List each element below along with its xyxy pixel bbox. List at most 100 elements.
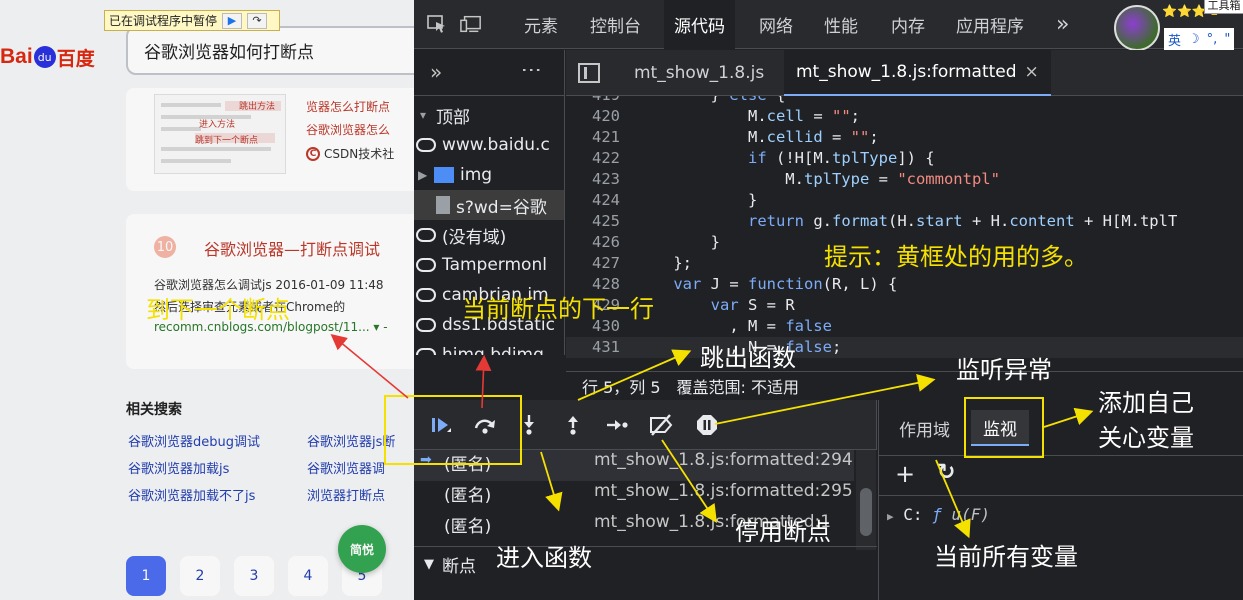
code-line[interactable]: 421 M.cellid = ""; (566, 127, 1243, 148)
code-line[interactable]: 425 return g.format(H.start + H.content … (566, 211, 1243, 232)
code-line[interactable]: 429 var S = R (566, 295, 1243, 316)
expand-icon[interactable]: ▶ (887, 510, 894, 523)
tab-scope[interactable]: 作用域 (887, 410, 962, 446)
ime-lang[interactable]: 英 (1168, 30, 1181, 49)
devtools-tabbar: 元素 控制台 源代码 网络 性能 内存 应用程序 » ⭐⭐⭐ 2 英 ☽ °, … (414, 0, 1243, 51)
page-button[interactable]: 4 (288, 556, 328, 596)
scrollbar-thumb[interactable] (860, 488, 872, 536)
page-button[interactable]: 3 (234, 556, 274, 596)
highlight-box-watch (964, 397, 1044, 458)
avatar[interactable] (1114, 5, 1160, 51)
watch-value: u(F) (951, 505, 990, 524)
refresh-icon[interactable]: ↻ (937, 460, 955, 485)
close-icon[interactable]: × (1025, 62, 1039, 82)
deactivate-breakpoints-button[interactable] (648, 413, 674, 437)
page-button[interactable]: 2 (180, 556, 220, 596)
line-number[interactable]: 423 (566, 169, 620, 190)
jianyue-button[interactable]: 简悦 (338, 525, 386, 573)
tab-network[interactable]: 网络 (759, 0, 793, 49)
ime-extra-icon[interactable]: " (1224, 32, 1230, 47)
related-link[interactable]: 浏览器打断点 (307, 485, 385, 504)
more-options-icon[interactable]: ⋮ (520, 60, 544, 80)
callstack-scrollbar[interactable] (856, 450, 876, 550)
tab-elements[interactable]: 元素 (524, 0, 558, 49)
result-thumbnail[interactable]: 跳出方法 进入方法 跳到下一个断点 (154, 94, 286, 174)
toggle-navigator-icon[interactable] (578, 63, 600, 83)
code-line[interactable]: 423 M.tplType = "commontpl" (566, 169, 1243, 190)
tab-memory[interactable]: 内存 (891, 0, 925, 49)
tab-performance[interactable]: 性能 (824, 0, 858, 49)
line-number[interactable]: 425 (566, 211, 620, 232)
frame-function: (匿名) (444, 486, 492, 506)
logo-text: Bai (0, 45, 33, 68)
step-button[interactable] (604, 413, 630, 437)
related-link[interactable]: 谷歌浏览器加载不了js (128, 485, 255, 504)
tree-item-domain[interactable]: (没有域) (414, 220, 564, 250)
pause-on-exceptions-button[interactable] (694, 413, 720, 437)
code-line[interactable]: 420 M.cell = ""; (566, 106, 1243, 127)
related-link[interactable]: 谷歌浏览器js断 (307, 431, 395, 450)
inspect-element-icon[interactable] (426, 14, 448, 34)
code-line[interactable]: 428 var J = function(R, L) { (566, 274, 1243, 295)
tree-item-file[interactable]: s?wd=谷歌 (414, 190, 564, 220)
tree-item-top[interactable]: ▾ 顶部 (414, 100, 564, 130)
step-out-button[interactable] (560, 413, 586, 437)
tab-application[interactable]: 应用程序 (956, 0, 1024, 49)
annotation-all-vars: 当前所有变量 (934, 543, 1078, 571)
device-toolbar-icon[interactable] (460, 14, 482, 34)
line-number[interactable]: 424 (566, 190, 620, 211)
related-link[interactable]: 谷歌浏览器debug调试 (128, 431, 260, 450)
result-rank-badge: 10 (154, 236, 176, 258)
tree-label: Tampermonl (442, 255, 547, 275)
line-number[interactable]: 426 (566, 232, 620, 253)
more-panes-icon[interactable]: » (430, 60, 442, 84)
tree-item-folder[interactable]: ▶ img (414, 160, 564, 190)
watch-expression[interactable]: ▶ C: ƒ u(F) (887, 505, 990, 524)
csdn-icon: C (306, 146, 320, 161)
resume-icon[interactable]: ▶ (222, 12, 243, 29)
line-number[interactable]: 419 (566, 96, 620, 106)
code-line[interactable]: 422 if (!H[M.tplType]) { (566, 148, 1243, 169)
related-link[interactable]: 谷歌浏览器调 (307, 458, 385, 477)
result-source[interactable]: C CSDN技术社 (306, 145, 394, 162)
result-snippet[interactable]: 谷歌浏览器怎么 (306, 121, 390, 138)
code-line[interactable]: 430 , M = false (566, 316, 1243, 337)
page-button[interactable]: 1 (126, 556, 166, 596)
breakpoints-label: 断点 (442, 557, 476, 577)
result-title[interactable]: 谷歌浏览器—打断点调试 (204, 236, 380, 260)
toolbox-label[interactable]: 工具箱 (1204, 0, 1243, 14)
editor-tab[interactable]: mt_show_1.8.js (622, 50, 776, 96)
result-snippet[interactable]: 览器怎么打断点 (306, 98, 390, 115)
tree-item-domain[interactable]: www.baidu.c (414, 130, 564, 160)
tab-console[interactable]: 控制台 (590, 0, 641, 49)
call-frame[interactable]: (匿名) mt_show_1.8.js:formatted:295 (414, 481, 854, 512)
tree-item-domain[interactable]: himg.bdimg. (414, 340, 564, 355)
tab-sources[interactable]: 源代码 (664, 0, 735, 49)
code-line[interactable]: 419 } else { (566, 96, 1243, 106)
annotation-deactivate: 停用断点 (735, 518, 831, 546)
tree-item-domain[interactable]: Tampermonl (414, 250, 564, 280)
more-tabs-icon[interactable]: » (1056, 0, 1069, 49)
breakpoints-section-header[interactable]: ▼ 断点 (414, 546, 877, 582)
line-number[interactable]: 420 (566, 106, 620, 127)
frame-location[interactable]: mt_show_1.8.js:formatted:294 (594, 450, 853, 470)
add-watch-icon[interactable]: + (895, 460, 915, 488)
line-number[interactable]: 421 (566, 127, 620, 148)
moon-icon[interactable]: ☽ (1188, 32, 1200, 47)
code-line[interactable]: 424 } (566, 190, 1243, 211)
collapse-icon[interactable]: ▼ (424, 557, 434, 572)
editor-tab-active[interactable]: mt_show_1.8.js:formatted × (784, 50, 1051, 96)
line-number[interactable]: 427 (566, 253, 620, 274)
step-over-icon[interactable]: ↷ (247, 12, 268, 29)
baidu-logo[interactable]: Bai du 百度 (0, 40, 110, 74)
punctuation-icon[interactable]: °, (1207, 32, 1218, 47)
ime-toolbar[interactable]: 英 ☽ °, " (1164, 28, 1235, 50)
line-number[interactable]: 422 (566, 148, 620, 169)
line-number[interactable]: 431 (566, 337, 620, 358)
expand-icon[interactable]: ▶ (418, 168, 428, 182)
search-input[interactable]: 谷歌浏览器如何打断点 (126, 26, 414, 75)
frame-location[interactable]: mt_show_1.8.js:formatted:295 (594, 481, 853, 501)
code-line[interactable]: 431 , N = false; (566, 337, 1243, 358)
related-link[interactable]: 谷歌浏览器加载js (128, 458, 229, 477)
collapse-icon[interactable]: ▾ (420, 108, 430, 122)
